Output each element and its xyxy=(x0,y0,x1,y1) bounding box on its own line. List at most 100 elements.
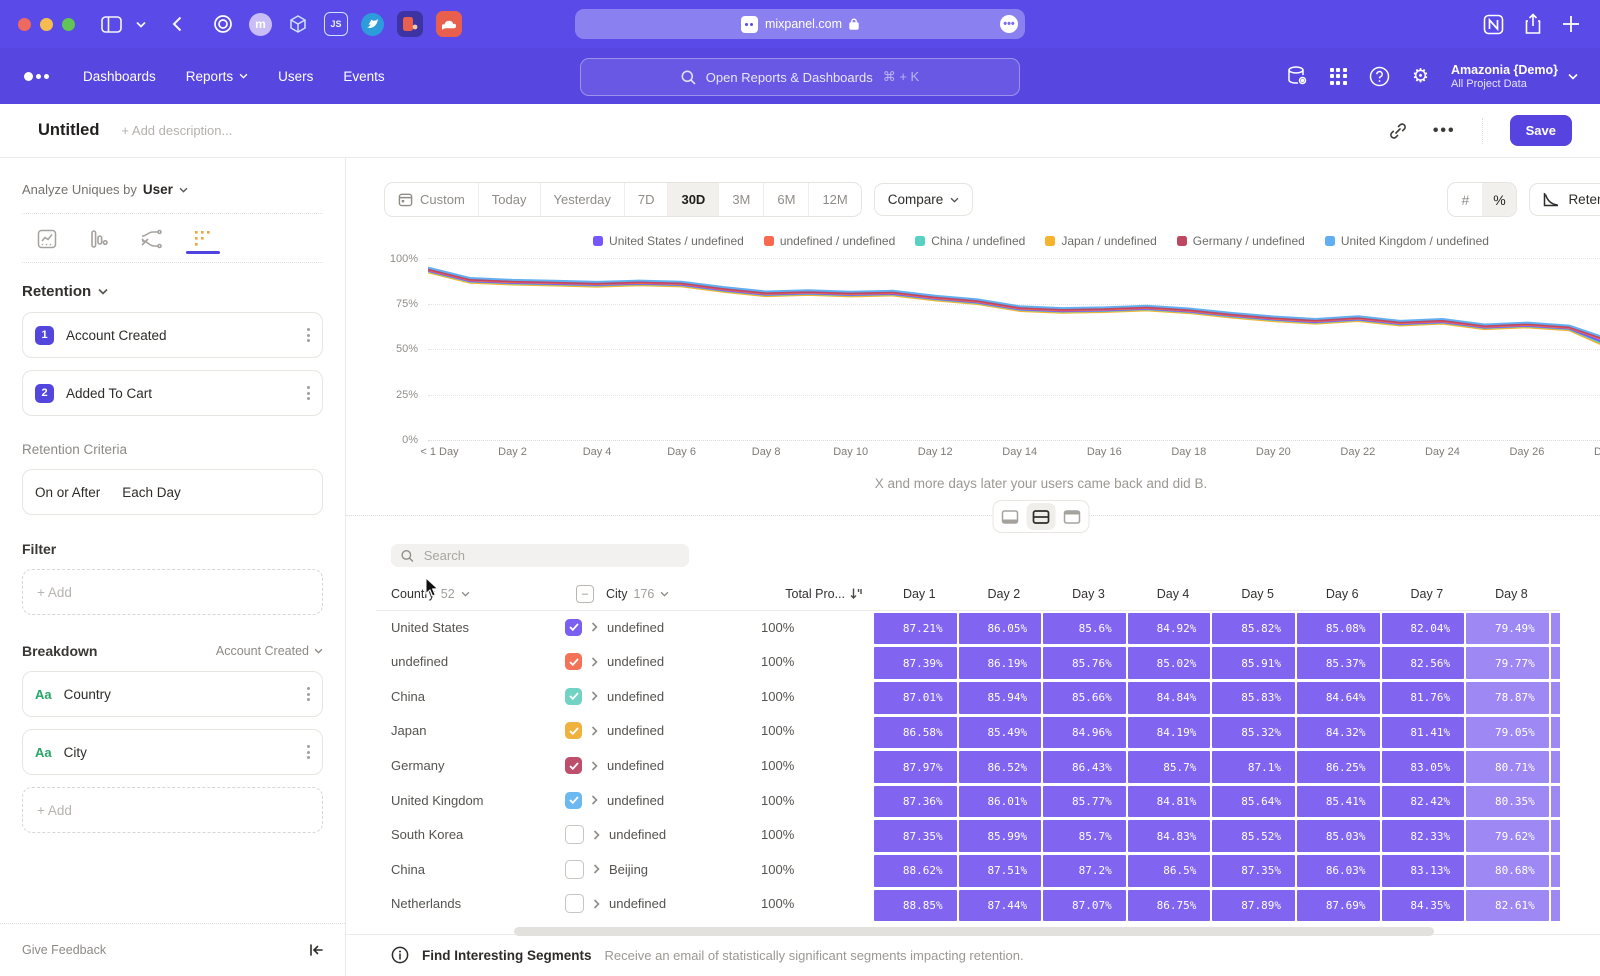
retention-cell-day4[interactable]: 84.84% xyxy=(1128,682,1211,714)
retention-cell-day5[interactable]: 85.82% xyxy=(1212,613,1295,645)
target-icon[interactable] xyxy=(210,11,236,37)
more-options-icon[interactable] xyxy=(307,687,310,701)
step-event-label[interactable]: Account Created xyxy=(66,328,167,343)
expand-chevron-icon[interactable] xyxy=(591,761,598,771)
column-header-total[interactable]: Total Pro... xyxy=(761,577,873,611)
column-header-day7[interactable]: Day 7 xyxy=(1381,577,1466,611)
apps-grid-icon[interactable] xyxy=(1330,68,1347,85)
legend-item[interactable]: undefined / undefined xyxy=(764,234,895,248)
legend-item[interactable]: United Kingdom / undefined xyxy=(1325,234,1489,248)
retention-cell-day2[interactable]: 87.44% xyxy=(959,890,1042,922)
retention-cell-day5[interactable]: 87.35% xyxy=(1212,855,1295,887)
select-all-checkbox[interactable]: – xyxy=(576,585,594,603)
sidebar-toggle-icon[interactable] xyxy=(101,16,122,33)
soundcloud-icon[interactable] xyxy=(436,11,462,37)
unit-percent-button[interactable]: % xyxy=(1482,183,1516,216)
breakdown-property-label[interactable]: City xyxy=(64,745,87,760)
breakdown-item-city[interactable]: Aa City xyxy=(22,729,323,775)
column-header-day3[interactable]: Day 3 xyxy=(1042,577,1127,611)
retention-cell-day6[interactable]: 84.64% xyxy=(1297,682,1380,714)
expand-chevron-icon[interactable] xyxy=(591,622,598,632)
retention-cell-day3[interactable]: 86.43% xyxy=(1043,751,1126,783)
row-checkbox-checked[interactable] xyxy=(565,792,582,809)
range-6m[interactable]: 6M xyxy=(764,183,809,216)
retention-section-title[interactable]: Retention xyxy=(22,283,91,300)
column-header-day5[interactable]: Day 5 xyxy=(1211,577,1296,611)
legend-item[interactable]: Japan / undefined xyxy=(1045,234,1156,248)
retention-cell-day3[interactable]: 87.07% xyxy=(1043,890,1126,922)
retention-cell-day8[interactable]: 79.77% xyxy=(1466,647,1549,679)
range-30d[interactable]: 30D xyxy=(668,183,719,216)
window-controls[interactable] xyxy=(18,18,75,31)
tab-retention[interactable] xyxy=(190,226,216,252)
nav-item-events[interactable]: Events xyxy=(343,69,384,84)
retention-cell-day8[interactable]: 79.49% xyxy=(1466,613,1549,645)
retention-cell-day5[interactable]: 85.32% xyxy=(1212,717,1295,749)
retention-cell-day5[interactable]: 87.89% xyxy=(1212,890,1295,922)
breakdown-property-label[interactable]: Country xyxy=(64,687,111,702)
global-search[interactable]: Open Reports & Dashboards ⌘ + K xyxy=(580,58,1020,96)
retention-cell-day3[interactable]: 85.66% xyxy=(1043,682,1126,714)
expand-chevron-icon[interactable] xyxy=(593,864,600,874)
table-search[interactable] xyxy=(391,544,689,567)
tab-chevron-icon[interactable] xyxy=(136,21,146,28)
row-checkbox-checked[interactable] xyxy=(565,619,582,636)
retention-cell-day4[interactable]: 84.92% xyxy=(1128,613,1211,645)
retention-cell-day7[interactable]: 83.13% xyxy=(1382,855,1465,887)
expand-chevron-icon[interactable] xyxy=(591,691,598,701)
tab-flows[interactable] xyxy=(138,226,164,252)
step-event-label[interactable]: Added To Cart xyxy=(66,386,152,401)
retention-step-1[interactable]: 1 Account Created xyxy=(22,312,323,358)
page-title[interactable]: Untitled xyxy=(38,121,99,140)
retention-cell-day1[interactable]: 87.01% xyxy=(874,682,957,714)
column-header-day1[interactable]: Day 1 xyxy=(873,577,958,611)
retention-cell-day3[interactable]: 85.77% xyxy=(1043,786,1126,818)
retention-cell-day6[interactable]: 87.69% xyxy=(1297,890,1380,922)
retention-step-2[interactable]: 2 Added To Cart xyxy=(22,370,323,416)
mixpanel-logo[interactable] xyxy=(24,72,49,81)
expand-chevron-icon[interactable] xyxy=(591,726,598,736)
tab-funnels[interactable] xyxy=(86,226,112,252)
retention-cell-day8[interactable]: 80.68% xyxy=(1466,855,1549,887)
expand-chevron-icon[interactable] xyxy=(593,830,600,840)
tab-insights[interactable] xyxy=(34,226,60,252)
retention-cell-day7[interactable]: 82.04% xyxy=(1382,613,1465,645)
retention-cell-day4[interactable]: 86.5% xyxy=(1128,855,1211,887)
retention-cell-day1[interactable]: 88.62% xyxy=(874,855,957,887)
layout-table-only-icon[interactable] xyxy=(1058,503,1087,530)
bird-icon[interactable] xyxy=(361,13,384,36)
data-management-icon[interactable] xyxy=(1286,65,1308,87)
mixpanel-ext-icon[interactable] xyxy=(397,11,423,37)
retention-cell-day2[interactable]: 85.99% xyxy=(959,820,1042,852)
retention-cell-day4[interactable]: 85.7% xyxy=(1128,751,1211,783)
row-checkbox-checked[interactable] xyxy=(565,653,582,670)
collapse-sidebar-icon[interactable] xyxy=(309,944,323,956)
retention-cell-day7[interactable]: 82.33% xyxy=(1382,820,1465,852)
retention-cell-day2[interactable]: 86.52% xyxy=(959,751,1042,783)
retention-cell-day7[interactable]: 82.56% xyxy=(1382,647,1465,679)
retention-cell-day7[interactable]: 82.42% xyxy=(1382,786,1465,818)
help-icon[interactable] xyxy=(1369,66,1390,87)
retention-cell-day2[interactable]: 86.05% xyxy=(959,613,1042,645)
back-icon[interactable] xyxy=(172,16,182,32)
add-breakdown-button[interactable]: + Add xyxy=(22,787,323,833)
sort-icon[interactable] xyxy=(850,587,863,600)
expand-chevron-icon[interactable] xyxy=(591,657,598,667)
m-avatar-icon[interactable]: m xyxy=(249,13,272,36)
breakdown-item-country[interactable]: Aa Country xyxy=(22,671,323,717)
range-today[interactable]: Today xyxy=(479,183,541,216)
column-header-city[interactable]: – City176 xyxy=(561,577,761,611)
project-switcher[interactable]: Amazonia {Demo} All Project Data xyxy=(1451,63,1578,90)
horizontal-scrollbar[interactable] xyxy=(446,927,1600,934)
retention-cell-day6[interactable]: 85.03% xyxy=(1297,820,1380,852)
retention-cell-day5[interactable]: 85.64% xyxy=(1212,786,1295,818)
retention-cell-day1[interactable]: 87.35% xyxy=(874,820,957,852)
retention-cell-day1[interactable]: 87.36% xyxy=(874,786,957,818)
chart-type-selector[interactable]: Retention Curve xyxy=(1529,183,1600,216)
retention-cell-day7[interactable]: 84.35% xyxy=(1382,890,1465,922)
add-description[interactable]: + Add description... xyxy=(121,123,232,138)
retention-cell-day8[interactable]: 78.87% xyxy=(1466,682,1549,714)
retention-cell-day4[interactable]: 84.81% xyxy=(1128,786,1211,818)
retention-cell-day3[interactable]: 87.2% xyxy=(1043,855,1126,887)
analyze-uniques-value[interactable]: User xyxy=(143,182,173,197)
